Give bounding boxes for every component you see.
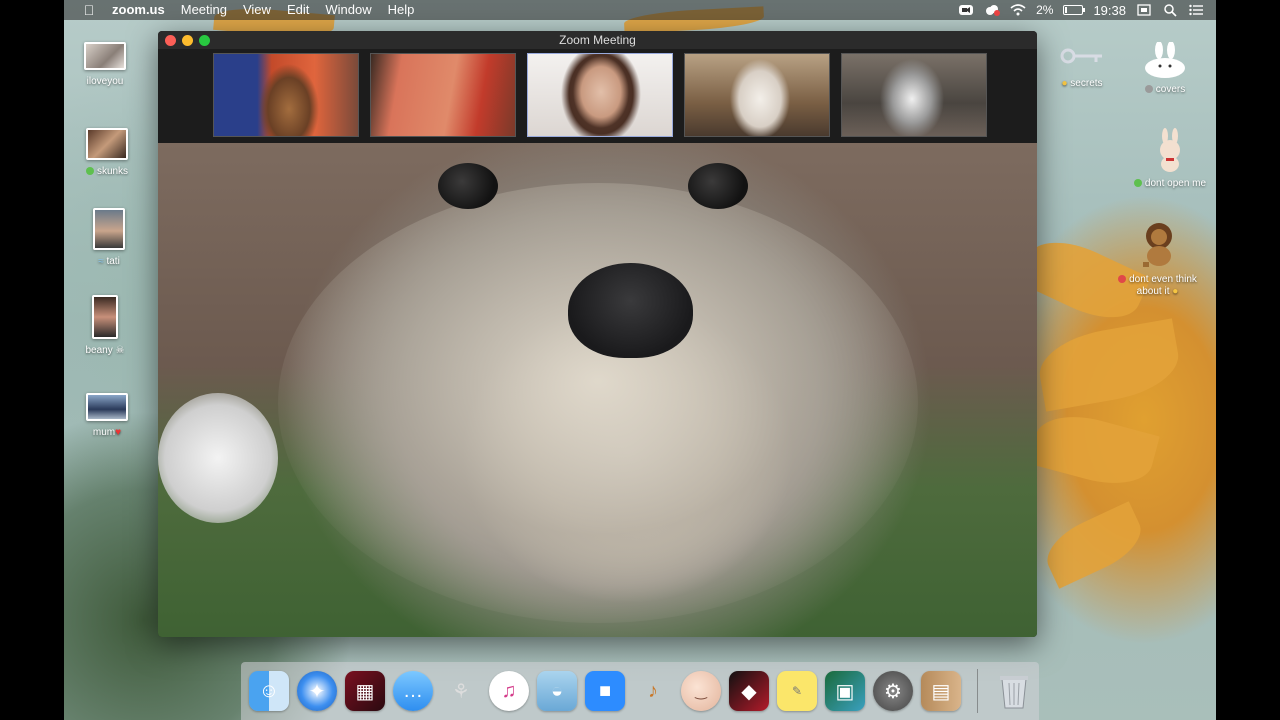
window-title: Zoom Meeting	[559, 33, 636, 47]
menu-edit[interactable]: Edit	[279, 0, 317, 20]
battery-percent[interactable]: 2%	[1036, 3, 1053, 17]
zoom-meeting-window: Zoom Meeting	[158, 31, 1037, 637]
skull-emoji-icon: ☠	[115, 345, 125, 356]
green-tag-icon	[1133, 179, 1142, 188]
desktop-folder-covers[interactable]: covers	[1120, 41, 1210, 96]
heart-emoji-icon: ♥	[115, 427, 122, 438]
red-tag-icon	[1118, 275, 1127, 284]
preview-icon[interactable]: ▣	[825, 671, 865, 711]
clock[interactable]: 19:38	[1093, 3, 1126, 18]
menu-help[interactable]: Help	[380, 0, 423, 20]
sequel-pro-icon[interactable]: ◒	[537, 671, 577, 711]
itunes-icon[interactable]: ♫	[489, 671, 529, 711]
bunny-icon	[1143, 41, 1187, 78]
desktop-folder-mum[interactable]: mum♥	[62, 393, 152, 439]
garageband-icon[interactable]: ♪	[633, 671, 673, 711]
photo-editor-icon[interactable]: ◆	[729, 671, 769, 711]
desktop-folder-skunks[interactable]: skunks	[62, 128, 152, 178]
photo-thumbnail-icon	[84, 42, 126, 70]
safari-icon[interactable]: ✦	[297, 671, 337, 711]
desktop-icon-label: skunks	[96, 166, 129, 177]
desktop-icon-label: secrets	[1070, 78, 1103, 89]
dock-separator	[977, 669, 978, 713]
contacts-icon[interactable]: ▤	[921, 671, 961, 711]
photo-thumbnail-icon	[93, 208, 125, 250]
battery-icon[interactable]	[1063, 5, 1086, 15]
key-icon	[1058, 42, 1106, 72]
participant-tile-woman[interactable]	[527, 53, 673, 137]
face-emoji-icon: ●	[1061, 78, 1068, 89]
wave-emoji-icon: ≈	[98, 256, 104, 267]
avatar-icon[interactable]: ‿	[681, 671, 721, 711]
desktop-folder-tati[interactable]: ≈ tati	[64, 208, 154, 268]
desktop-icon-label: tati	[106, 256, 120, 267]
menu-view[interactable]: View	[235, 0, 279, 20]
desktop-icon-label: beany	[85, 345, 113, 356]
menu-window[interactable]: Window	[317, 0, 379, 20]
zoom-app-icon[interactable]: ■	[585, 671, 625, 711]
desktop-folder-dont-even-think[interactable]: dont even think about it ●	[1105, 218, 1210, 298]
photo-thumbnail-icon	[86, 128, 128, 160]
participant-tile-terrier[interactable]	[684, 53, 830, 137]
menu-meeting[interactable]: Meeting	[173, 0, 235, 20]
desktop-folder-dont-open-me[interactable]: dont open me	[1115, 128, 1225, 190]
dog-nose	[568, 263, 693, 358]
zoom-window-button[interactable]	[199, 35, 210, 46]
finder-icon[interactable]: ☺	[249, 671, 289, 711]
desktop-folder-iloveyou[interactable]: iloveyou	[60, 42, 150, 88]
menu-app-name[interactable]: zoom.us	[104, 0, 173, 20]
lion-figure-icon	[1135, 218, 1181, 268]
participant-tile-dachshund[interactable]	[213, 53, 359, 137]
thinking-emoji-icon: ●	[1172, 286, 1179, 297]
active-speaker-video[interactable]	[158, 143, 1037, 637]
desktop-icon-label: iloveyou	[86, 76, 124, 87]
participant-strip	[158, 49, 1037, 143]
desktop-folder-beany[interactable]: beany ☠	[60, 295, 150, 357]
apple-menu-icon[interactable]: 	[74, 2, 104, 18]
notification-center-icon[interactable]	[1188, 3, 1204, 17]
wifi-icon[interactable]	[1010, 3, 1026, 17]
zoom-status-icon[interactable]	[958, 3, 974, 17]
green-tag-icon	[85, 167, 94, 176]
cloud-sync-icon[interactable]	[984, 3, 1001, 17]
desktop-icon-label: dont open me	[1144, 178, 1207, 189]
window-titlebar: Zoom Meeting	[158, 31, 1037, 49]
trash-icon[interactable]	[994, 671, 1034, 711]
close-button[interactable]	[165, 35, 176, 46]
messages-icon[interactable]: …	[393, 671, 433, 711]
photo-thumbnail-icon	[92, 295, 118, 339]
participant-tile-blurred[interactable]	[370, 53, 516, 137]
desktop-icon-label: dont even think about it	[1129, 274, 1197, 297]
participant-tile-husky[interactable]	[841, 53, 987, 137]
stickies-icon[interactable]: ✎	[777, 671, 817, 711]
gray-tag-icon	[1144, 85, 1153, 94]
photo-booth-icon[interactable]: ▦	[345, 671, 385, 711]
menu-bar:  zoom.us Meeting View Edit Window Help …	[64, 0, 1216, 20]
spotlight-search-icon[interactable]	[1162, 3, 1178, 17]
desktop-icon-label: covers	[1155, 84, 1186, 95]
minimize-button[interactable]	[182, 35, 193, 46]
desktop-folder-secrets[interactable]: ● secrets	[1037, 42, 1127, 90]
cyberduck-icon[interactable]: ⚘	[441, 671, 481, 711]
screen-mirror-icon[interactable]	[1136, 3, 1152, 17]
dock: ☺ ✦ ▦ … ⚘ ♫ ◒ ■ ♪ ‿ ◆ ✎ ▣ ⚙ ▤	[241, 662, 1039, 720]
rabbit-figure-icon	[1155, 128, 1185, 172]
desktop-icon-label: mum	[92, 427, 116, 438]
photo-thumbnail-icon	[86, 393, 128, 421]
system-preferences-icon[interactable]: ⚙	[873, 671, 913, 711]
